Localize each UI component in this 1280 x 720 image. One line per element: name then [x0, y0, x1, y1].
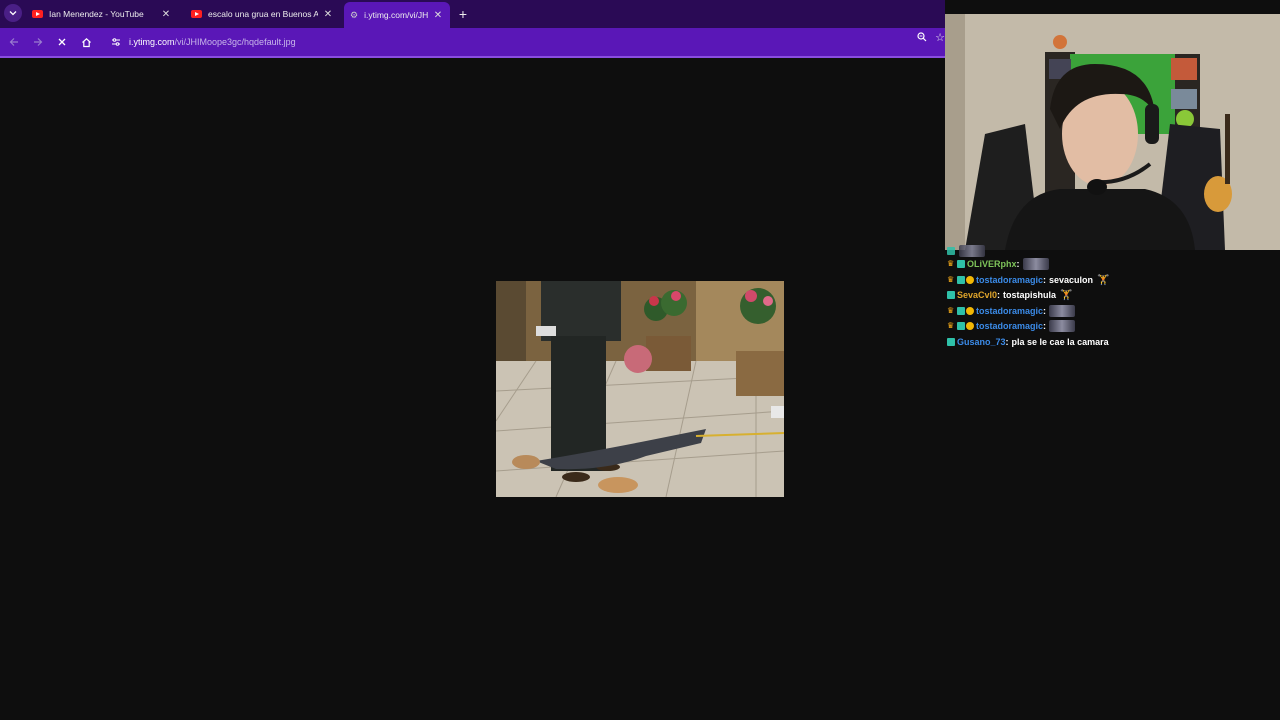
- tab-bar: Ian Menendez - YouTube ✕ escalo una grua…: [0, 0, 945, 28]
- loading-icon: ⚙: [350, 9, 359, 20]
- close-tab-icon[interactable]: ✕: [160, 8, 172, 20]
- bookmark-star-icon[interactable]: ☆: [935, 31, 945, 44]
- moderator-badge-icon: [957, 260, 965, 268]
- thumbnail-image[interactable]: [496, 281, 784, 497]
- thumbnail-scene: [496, 281, 784, 497]
- chat-separator: :: [1005, 337, 1009, 347]
- tab-ian-menendez[interactable]: Ian Menendez - YouTube ✕: [26, 2, 178, 26]
- chat-message: ♛ tostadoramagic:: [947, 304, 1076, 318]
- chat-separator: :: [997, 290, 1001, 300]
- screen: Ian Menendez - YouTube ✕ escalo una grua…: [0, 0, 1280, 720]
- stop-loading-button[interactable]: [54, 34, 70, 50]
- chat-username[interactable]: OLiVERphx: [967, 259, 1017, 269]
- chat-text: pla se le cae la camara: [1011, 337, 1109, 347]
- crown-badge-icon: ♛: [947, 306, 955, 315]
- arrow-left-icon: [9, 38, 18, 46]
- moderator-badge-icon: [947, 291, 955, 299]
- chat-message: ♛ OLiVERphx:: [947, 257, 1049, 271]
- youtube-icon: [32, 10, 43, 18]
- stream-chat: ♛ OLiVERphx: ♛ tostadoramagic: sevaculon 🏋 Sev…: [945, 245, 1280, 720]
- address-bar[interactable]: i.ytimg.com/vi/JHIMoope3gc/hqdefault.jpg: [105, 32, 945, 52]
- chat-username[interactable]: tostadoramagic: [976, 321, 1043, 331]
- youtube-icon: [191, 10, 202, 18]
- close-tab-icon[interactable]: ✕: [432, 9, 444, 21]
- emote-icon: [1049, 320, 1076, 332]
- chat-text: sevaculon: [1049, 275, 1094, 285]
- coin-badge-icon: [966, 276, 974, 284]
- chat-separator: :: [1043, 275, 1047, 285]
- emote-icon: [959, 245, 985, 257]
- crown-badge-icon: ♛: [947, 259, 955, 268]
- tab-escalo-grua[interactable]: escalo una grua en Buenos Aire ✕: [185, 2, 340, 26]
- webcam-feed: [945, 14, 1280, 250]
- coin-badge-icon: [966, 307, 974, 315]
- chat-message: SevaCvl0: tostapishula 🏋: [947, 288, 1073, 302]
- new-tab-button[interactable]: +: [455, 6, 471, 22]
- home-icon: [81, 37, 91, 47]
- tab-label: escalo una grua en Buenos Aire: [208, 9, 318, 19]
- url-host: i.ytimg.com: [129, 37, 175, 47]
- crown-badge-icon: ♛: [947, 275, 955, 284]
- moderator-badge-icon: [957, 276, 965, 284]
- moderator-badge-icon: [947, 338, 955, 346]
- chevron-down-icon: [9, 11, 17, 16]
- chat-message-cutoff: [947, 244, 985, 258]
- chat-separator: :: [1043, 321, 1047, 331]
- chat-username[interactable]: SevaCvl0: [957, 290, 997, 300]
- page-viewport: [0, 58, 945, 720]
- chat-separator: :: [1043, 306, 1047, 316]
- emote-icon: [1022, 258, 1049, 270]
- chat-username[interactable]: Gusano_73: [957, 337, 1006, 347]
- chat-text: tostapishula: [1003, 290, 1057, 300]
- back-button[interactable]: [6, 34, 22, 50]
- moderator-badge-icon: [957, 322, 965, 330]
- chat-username[interactable]: tostadoramagic: [976, 306, 1043, 316]
- chat-separator: :: [1016, 259, 1020, 269]
- site-info-icon[interactable]: [109, 35, 123, 49]
- chat-username[interactable]: tostadoramagic: [976, 275, 1043, 285]
- home-button[interactable]: [78, 34, 94, 50]
- tab-ytimg[interactable]: ⚙ i.ytimg.com/vi/JH ✕: [344, 2, 450, 28]
- tab-search-button[interactable]: [4, 4, 22, 22]
- moderator-badge-icon: [957, 307, 965, 315]
- zoom-icon[interactable]: [917, 32, 927, 45]
- chat-message: ♛ tostadoramagic:: [947, 319, 1076, 333]
- weightlifter-emoji-icon: 🏋: [1060, 289, 1073, 301]
- webcam-overlay: [945, 14, 1280, 250]
- emote-icon: [1049, 305, 1076, 317]
- crown-badge-icon: ♛: [947, 321, 955, 330]
- url-path: /vi/JHIMoope3gc/hqdefault.jpg: [174, 37, 296, 47]
- weightlifter-emoji-icon: 🏋: [1097, 274, 1110, 286]
- forward-button[interactable]: [30, 34, 46, 50]
- moderator-badge-icon: [947, 247, 955, 255]
- coin-badge-icon: [966, 322, 974, 330]
- tab-label: Ian Menendez - YouTube: [49, 9, 144, 19]
- chat-message: ♛ tostadoramagic: sevaculon 🏋: [947, 273, 1110, 287]
- close-tab-icon[interactable]: ✕: [322, 8, 334, 20]
- close-icon: [58, 38, 66, 46]
- tab-label: i.ytimg.com/vi/JH: [364, 10, 428, 20]
- chat-message: Gusano_73: pla se le cae la camara: [947, 335, 1109, 349]
- browser-toolbar: i.ytimg.com/vi/JHIMoope3gc/hqdefault.jpg…: [0, 28, 945, 56]
- arrow-right-icon: [34, 38, 43, 46]
